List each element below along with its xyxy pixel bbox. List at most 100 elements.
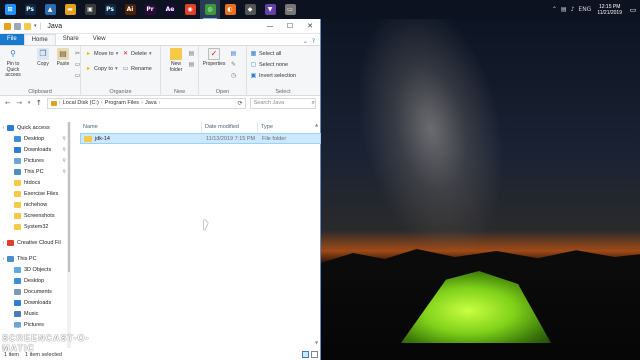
- taskbar-app-button[interactable]: Ae: [160, 0, 180, 19]
- taskbar-app-button[interactable]: Ps: [20, 0, 40, 19]
- chevron-down-icon[interactable]: ⌄: [303, 38, 308, 45]
- nav-item[interactable]: nichehow: [0, 199, 72, 210]
- file-list: Name Date modified Type jdk-14 11/13/2019…: [80, 122, 321, 348]
- open-icon[interactable]: ▤: [230, 50, 237, 57]
- select-all-icon: ▦: [250, 50, 257, 57]
- copy-button[interactable]: ❐ Copy: [32, 48, 54, 68]
- tab-share[interactable]: Share: [56, 34, 86, 45]
- window-title: Java: [47, 22, 63, 30]
- breadcrumb-item[interactable]: Program Files: [105, 100, 139, 106]
- delete-button[interactable]: ✕ Delete ▾: [122, 50, 152, 57]
- taskbar-app-button[interactable]: Ai: [120, 0, 140, 19]
- minimize-button[interactable]: —: [260, 19, 280, 34]
- taskbar-app-button[interactable]: ◎: [200, 0, 220, 19]
- taskbar-app-button[interactable]: ◐: [220, 0, 240, 19]
- language-indicator[interactable]: ENG: [576, 6, 593, 13]
- large-icons-view-icon[interactable]: [311, 351, 318, 358]
- paste-button[interactable]: ▤ Paste: [52, 48, 74, 68]
- taskbar-app-button[interactable]: ▭: [280, 0, 300, 19]
- recent-locations-icon[interactable]: ▾: [27, 100, 31, 106]
- taskbar-app-button[interactable]: ◆: [240, 0, 260, 19]
- select-none-icon: ▢: [250, 61, 257, 68]
- select-none-button[interactable]: ▢ Select none: [250, 61, 288, 68]
- customize-arrow-icon[interactable]: ▾: [34, 23, 37, 29]
- nav-item[interactable]: Desktop: [0, 275, 72, 286]
- refresh-icon[interactable]: ⟳: [238, 100, 245, 107]
- copy-path-icon[interactable]: ▭: [74, 61, 81, 68]
- expand-arrow-icon[interactable]: ›: [0, 240, 7, 246]
- paste-shortcut-icon[interactable]: ▭: [74, 72, 81, 79]
- address-bar[interactable]: › Local Disk (C:) › Program Files › Java…: [46, 97, 246, 109]
- move-to-button[interactable]: ▸ Move to ▾: [85, 50, 118, 57]
- chevron-up-icon[interactable]: ⌃: [550, 6, 559, 13]
- help-icon[interactable]: ?: [312, 38, 315, 45]
- navigation-scrollbar[interactable]: [67, 122, 71, 348]
- nav-item-label: Documents: [24, 288, 52, 295]
- volume-icon[interactable]: ♪: [569, 6, 577, 13]
- maximize-button[interactable]: ☐: [280, 19, 300, 34]
- invert-selection-button[interactable]: ▣ Invert selection: [250, 72, 296, 79]
- nav-section[interactable]: › Quick access: [0, 122, 72, 133]
- back-arrow-icon[interactable]: ←: [4, 99, 12, 107]
- taskbar-app-button[interactable]: ▬: [60, 0, 80, 19]
- scroll-down-arrow-icon[interactable]: ▼: [315, 340, 318, 345]
- copy-to-button[interactable]: ▸ Copy to ▾: [85, 65, 118, 72]
- new-folder-button[interactable]: New folder: [165, 48, 187, 73]
- scrollbar-thumb[interactable]: [68, 122, 70, 272]
- scroll-up-arrow-icon[interactable]: ▲: [315, 122, 318, 127]
- nav-item[interactable]: Desktop ⚲: [0, 133, 72, 144]
- new-folder-mini-icon[interactable]: [24, 22, 31, 30]
- taskbar-app-button[interactable]: ◉: [180, 0, 200, 19]
- edit-icon[interactable]: ✎: [230, 61, 237, 68]
- network-icon[interactable]: ▤: [559, 6, 569, 13]
- properties-mini-icon[interactable]: [14, 22, 21, 30]
- nav-item[interactable]: System32: [0, 221, 72, 232]
- rename-button[interactable]: ▭ Rename: [122, 65, 152, 72]
- taskbar-app-button[interactable]: ▼: [260, 0, 280, 19]
- breadcrumb-item[interactable]: Java: [145, 100, 157, 106]
- forward-arrow-icon[interactable]: →: [16, 99, 24, 107]
- details-view-icon[interactable]: [302, 351, 309, 358]
- notification-icon[interactable]: ▭: [626, 0, 640, 19]
- nav-item[interactable]: Downloads ⚲: [0, 144, 72, 155]
- history-icon[interactable]: ◷: [230, 72, 237, 79]
- nav-item[interactable]: Exercise Files: [0, 188, 72, 199]
- nav-item[interactable]: Downloads: [0, 297, 72, 308]
- tab-view[interactable]: View: [86, 34, 113, 45]
- close-button[interactable]: ✕: [300, 19, 320, 34]
- taskbar-app-button[interactable]: ▣: [80, 0, 100, 19]
- select-all-button[interactable]: ▦ Select all: [250, 50, 282, 57]
- taskbar-app-button[interactable]: Pr: [140, 0, 160, 19]
- nav-item[interactable]: Documents: [0, 286, 72, 297]
- column-type[interactable]: Type: [258, 122, 313, 133]
- nav-item[interactable]: Music: [0, 308, 72, 319]
- nav-item[interactable]: Screenshots: [0, 210, 72, 221]
- taskbar-app-button[interactable]: ▲: [40, 0, 60, 19]
- properties-button[interactable]: ✓ Properties: [201, 48, 227, 68]
- search-input[interactable]: [253, 100, 312, 106]
- cut-icon[interactable]: ✂: [74, 50, 81, 57]
- search-box[interactable]: ⌕: [249, 97, 316, 109]
- pin-quick-access-button[interactable]: ⚲ Pin to Quick access: [2, 48, 24, 79]
- tab-file[interactable]: File: [0, 34, 24, 45]
- expand-arrow-icon[interactable]: ›: [0, 125, 7, 131]
- taskbar-app-button[interactable]: ⊞: [0, 0, 20, 19]
- file-list-scrollbar[interactable]: ▲ ▼: [315, 122, 319, 348]
- new-item-icon[interactable]: ▤: [188, 50, 195, 57]
- file-row[interactable]: jdk-14 11/13/2019 7:15 PM File folder: [80, 133, 321, 144]
- easy-access-icon[interactable]: ▤: [188, 61, 195, 68]
- nav-section[interactable]: › Creative Cloud Fil: [0, 237, 72, 248]
- taskbar-app-button[interactable]: Ps: [100, 0, 120, 19]
- nav-section[interactable]: › This PC: [0, 253, 72, 264]
- expand-arrow-icon[interactable]: ›: [0, 256, 7, 262]
- column-date-modified[interactable]: Date modified: [202, 122, 258, 133]
- up-arrow-icon[interactable]: ↑: [35, 99, 43, 107]
- nav-item[interactable]: 3D Objects: [0, 264, 72, 275]
- tab-home[interactable]: Home: [23, 34, 56, 45]
- nav-item[interactable]: Pictures ⚲: [0, 155, 72, 166]
- nav-item[interactable]: htdocs: [0, 177, 72, 188]
- clock[interactable]: 12:15 PM 11/21/2019: [593, 4, 626, 16]
- column-name[interactable]: Name: [80, 122, 202, 133]
- nav-item[interactable]: This PC ⚲: [0, 166, 72, 177]
- breadcrumb-item[interactable]: Local Disk (C:): [63, 100, 99, 106]
